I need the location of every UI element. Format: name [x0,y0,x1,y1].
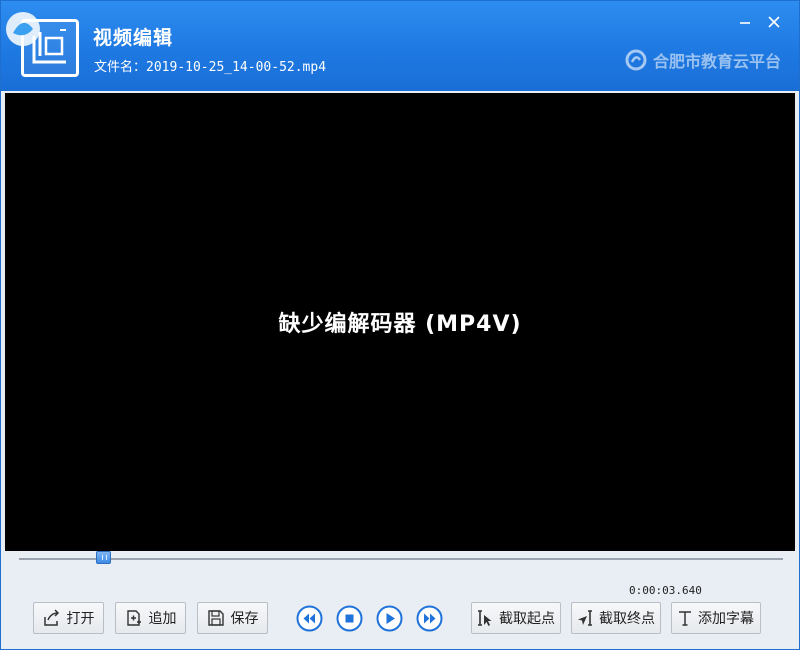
video-editor-window: 视频编辑 文件名：2019-10-25_14-00-52.mp4 合肥市教育云平… [0,0,800,650]
time-display: 0:00:03.640 [629,584,702,597]
export-icon [43,609,59,626]
minimize-button[interactable] [734,11,756,33]
brand-name: 合肥市教育云平台 [652,52,781,71]
watermark-badge-icon [6,12,40,46]
minimize-icon [740,22,750,24]
filename-label: 文件名： [94,60,147,75]
seek-thumb[interactable] [95,551,111,564]
close-button[interactable] [763,11,785,33]
append-button[interactable]: 追加 [115,602,186,634]
add-file-icon [126,610,141,626]
window-title: 视频编辑 [93,27,174,49]
append-label: 追加 [148,611,177,627]
filename-value: 2019-10-25_14-00-52.mp4 [146,60,327,75]
title-bar: 视频编辑 文件名：2019-10-25_14-00-52.mp4 合肥市教育云平… [1,1,799,91]
mark-start-icon [478,610,492,626]
mark-end-icon [578,610,592,626]
codec-missing-message: 缺少编解码器 (MP4V) [278,312,522,337]
rewind-button[interactable] [296,605,323,632]
seek-track[interactable] [19,558,783,560]
open-label: 打开 [66,611,95,627]
play-button[interactable] [376,605,403,632]
video-player[interactable]: 缺少编解码器 (MP4V) [5,93,795,551]
save-icon [207,610,224,626]
set-start-button[interactable]: 截取起点 [471,602,561,634]
set-end-button[interactable]: 截取终点 [571,602,661,634]
open-button[interactable]: 打开 [33,602,104,634]
filename-row: 文件名：2019-10-25_14-00-52.mp4 [94,56,326,75]
close-icon [768,16,780,28]
add-subtitle-label: 添加字幕 [698,611,754,627]
cloud-logo-icon [625,49,647,71]
stop-icon [345,614,354,623]
brand: 合肥市教育云平台 [625,48,781,72]
set-end-label: 截取终点 [599,611,655,627]
fast-forward-button[interactable] [416,605,443,632]
save-button[interactable]: 保存 [197,602,268,634]
stop-button[interactable] [336,605,363,632]
add-subtitle-button[interactable]: 添加字幕 [671,602,761,634]
text-icon [679,611,691,626]
save-label: 保存 [230,611,259,627]
set-start-label: 截取起点 [499,611,555,627]
